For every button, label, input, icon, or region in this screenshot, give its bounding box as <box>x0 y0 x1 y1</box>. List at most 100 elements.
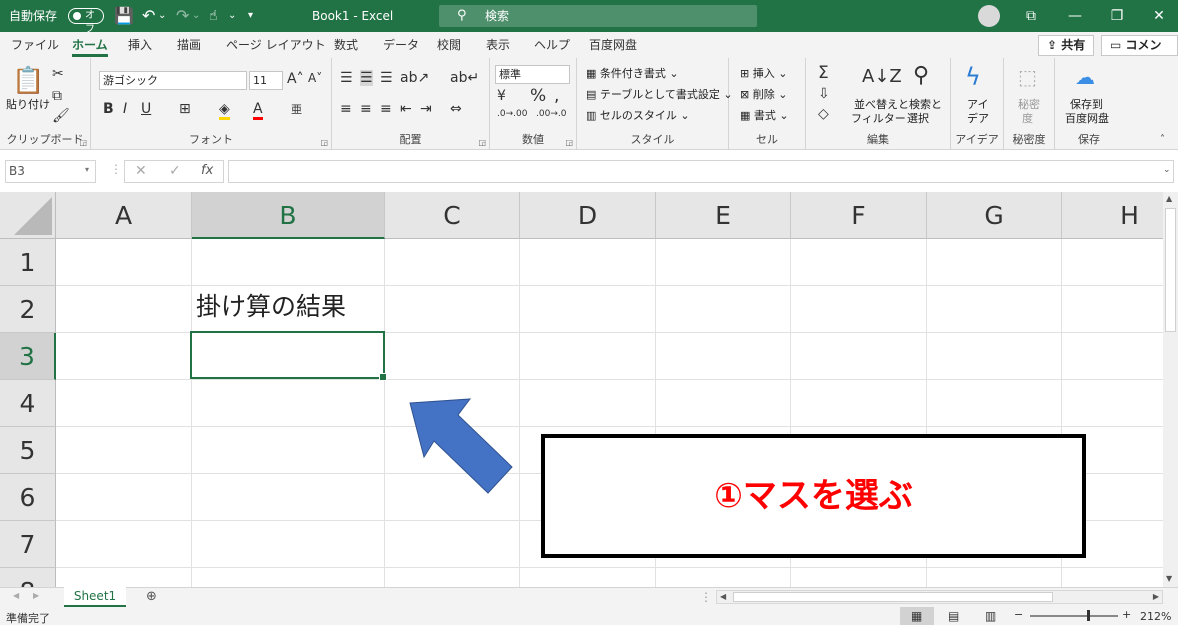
ribbon-display-icon[interactable]: ⧉ <box>1008 0 1054 32</box>
orientation-icon[interactable]: ab↗ <box>400 70 429 86</box>
find-select-icon[interactable]: ⚲ <box>913 63 929 88</box>
account-avatar[interactable] <box>978 5 1000 27</box>
tab-view[interactable]: 表示 <box>486 32 510 58</box>
increase-decimal-icon[interactable]: .0→.00 <box>497 109 527 119</box>
scroll-right-icon[interactable]: ▶ <box>1153 593 1159 601</box>
italic-icon[interactable]: I <box>123 101 127 117</box>
sheet-tab-sheet1[interactable]: Sheet1 <box>64 587 126 607</box>
percent-icon[interactable]: % <box>530 86 546 106</box>
scroll-up-icon[interactable]: ▲ <box>1166 195 1172 203</box>
accounting-format-icon[interactable]: ¥ <box>497 88 506 104</box>
zoom-out-icon[interactable]: − <box>1014 609 1023 620</box>
align-right-icon[interactable]: ≡ <box>380 101 392 117</box>
tab-review[interactable]: 校閲 <box>437 32 461 58</box>
zoom-in-icon[interactable]: + <box>1122 609 1131 620</box>
font-launcher-icon[interactable]: ◲ <box>320 138 328 147</box>
minimize-icon[interactable]: — <box>1052 0 1098 32</box>
align-left-icon[interactable]: ≡ <box>340 101 352 117</box>
paste-label[interactable]: 貼り付け <box>6 96 50 112</box>
merge-center-icon[interactable]: ⇔ <box>450 101 462 117</box>
zoom-slider[interactable] <box>1030 615 1118 617</box>
align-middle-icon[interactable]: ☰ <box>360 70 373 86</box>
row-header-4[interactable]: 4 <box>0 380 56 427</box>
column-header-g[interactable]: G <box>927 192 1062 239</box>
phonetic-icon[interactable]: 亜 <box>291 101 302 117</box>
row-header-5[interactable]: 5 <box>0 427 56 474</box>
formula-input[interactable] <box>228 160 1174 183</box>
save-icon[interactable]: 💾 <box>114 0 134 32</box>
customize-qat-icon[interactable]: ▾ <box>248 0 253 32</box>
row-header-6[interactable]: 6 <box>0 474 56 521</box>
format-cells-button[interactable]: ▦ 書式 ⌄ <box>740 107 789 123</box>
increase-font-icon[interactable]: A˄ <box>287 71 304 87</box>
share-button[interactable]: ⇪ 共有 <box>1038 35 1095 56</box>
dialog-launcher-icon[interactable]: ◲ <box>79 138 87 147</box>
font-name-select[interactable]: 游ゴシック <box>99 71 247 90</box>
horizontal-scrollbar[interactable]: ◀ ▶ <box>716 590 1163 604</box>
save-baidu-label2[interactable]: 百度网盘 <box>1065 110 1109 126</box>
number-format-select[interactable]: 標準 <box>495 65 570 84</box>
vertical-scroll-thumb[interactable] <box>1165 208 1176 332</box>
find-select-label2[interactable]: 選択 <box>907 110 929 126</box>
column-header-c[interactable]: C <box>385 192 520 239</box>
tab-draw[interactable]: 描画 <box>177 32 201 58</box>
font-size-select[interactable]: 11 <box>249 71 283 90</box>
tab-formulas[interactable]: 数式 <box>334 32 358 58</box>
clear-icon[interactable]: ◇ <box>818 106 829 122</box>
autosum-icon[interactable]: Σ <box>818 63 829 83</box>
comma-style-icon[interactable]: , <box>554 86 559 106</box>
font-color-icon[interactable]: A <box>253 101 263 120</box>
tab-help[interactable]: ヘルプ <box>534 32 570 58</box>
tab-baidu[interactable]: 百度网盘 <box>589 32 637 58</box>
number-launcher-icon[interactable]: ◲ <box>565 138 573 147</box>
tab-home[interactable]: ホーム <box>72 32 108 58</box>
column-header-d[interactable]: D <box>520 192 656 239</box>
prev-sheet-icon[interactable]: ◀ <box>13 592 19 600</box>
column-header-a[interactable]: A <box>56 192 192 239</box>
row-header-8[interactable]: 8 <box>0 568 56 587</box>
wrap-text-icon[interactable]: ab↵ <box>450 70 479 86</box>
format-painter-icon[interactable]: 🖌 <box>52 108 70 124</box>
decrease-decimal-icon[interactable]: .00→.0 <box>536 109 566 119</box>
cell-styles-button[interactable]: ▥ セルのスタイル ⌄ <box>586 107 690 123</box>
align-top-icon[interactable]: ☰ <box>340 70 353 86</box>
splitter-icon[interactable]: ⋮ <box>700 591 712 603</box>
zoom-level[interactable]: 212% <box>1140 610 1171 623</box>
row-header-2[interactable]: 2 <box>0 286 56 333</box>
format-as-table-button[interactable]: ▤ テーブルとして書式設定 ⌄ <box>586 86 733 102</box>
tab-insert[interactable]: 挿入 <box>128 32 152 58</box>
increase-indent-icon[interactable]: ⇥ <box>420 101 432 117</box>
sort-filter-label2[interactable]: フィルター <box>851 110 906 126</box>
align-bottom-icon[interactable]: ☰ <box>380 70 393 86</box>
touch-dropdown-icon[interactable]: ⌄ <box>228 0 236 32</box>
expand-formula-icon[interactable]: ⌄ <box>1163 166 1171 175</box>
baidu-cloud-icon[interactable]: ☁ <box>1075 65 1095 89</box>
fill-icon[interactable]: ⇩ <box>818 86 830 102</box>
page-break-icon[interactable]: ▥ <box>985 610 996 622</box>
active-cell-b3[interactable] <box>190 331 387 381</box>
row-header-3[interactable]: 3 <box>0 333 56 380</box>
autosave-toggle[interactable]: オフ <box>68 8 104 35</box>
collapse-ribbon-icon[interactable]: ˄ <box>1160 134 1165 145</box>
cut-icon[interactable]: ✂ <box>52 66 64 82</box>
close-icon[interactable]: ✕ <box>1136 0 1178 32</box>
comments-button[interactable]: ▭ コメント <box>1101 35 1178 71</box>
ideas-icon[interactable]: ϟ <box>965 63 981 91</box>
paste-icon[interactable]: 📋 <box>12 66 44 96</box>
tab-data[interactable]: データ <box>383 32 419 58</box>
conditional-formatting-button[interactable]: ▦ 条件付き書式 ⌄ <box>586 65 679 81</box>
name-box[interactable]: B3 <box>5 160 96 183</box>
cell-b2[interactable]: 掛け算の結果 <box>196 287 346 323</box>
column-header-b[interactable]: B <box>192 192 385 239</box>
row-header-7[interactable]: 7 <box>0 521 56 568</box>
undo-icon[interactable]: ↶ <box>142 0 155 32</box>
column-header-h[interactable]: H <box>1062 192 1163 239</box>
insert-function-icon[interactable]: fx <box>201 164 213 177</box>
column-header-f[interactable]: F <box>791 192 927 239</box>
row-header-1[interactable]: 1 <box>0 239 56 286</box>
next-sheet-icon[interactable]: ▶ <box>33 592 39 600</box>
undo-dropdown-icon[interactable]: ⌄ <box>158 0 166 32</box>
scroll-left-icon[interactable]: ◀ <box>720 593 726 601</box>
zoom-slider-thumb[interactable] <box>1087 610 1090 621</box>
sort-filter-icon[interactable]: A↓Z <box>862 66 902 87</box>
